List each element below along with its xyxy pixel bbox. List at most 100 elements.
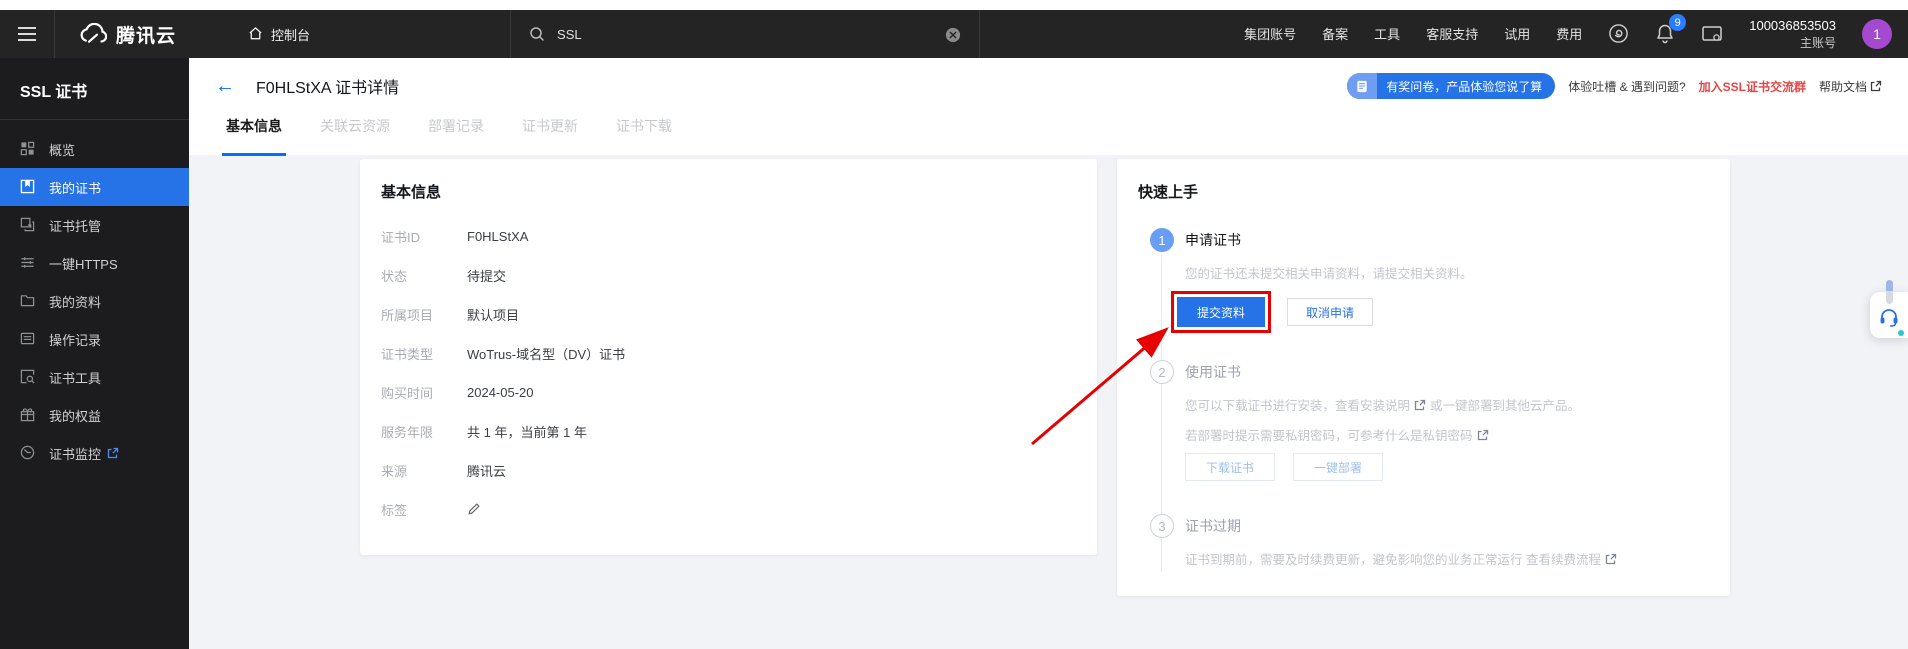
search-input[interactable]: SSL — [557, 27, 945, 42]
notifications-bell-icon[interactable]: 9 — [1655, 23, 1675, 44]
sidebar-item-cert-tools[interactable]: 证书工具 — [0, 358, 189, 396]
hamburger-menu-icon[interactable] — [0, 10, 54, 58]
online-status-dot — [1898, 330, 1904, 336]
global-search[interactable]: SSL — [510, 10, 980, 58]
browser-top-strip — [0, 0, 1908, 10]
sidebar-item-my-certificates[interactable]: 我的证书 — [0, 168, 189, 206]
one-click-deploy-button[interactable]: 一键部署 — [1293, 453, 1383, 481]
console-settings-icon[interactable] — [1701, 24, 1723, 44]
tencent-cloud-logo[interactable]: 腾讯云 — [79, 21, 176, 48]
tab-associated-resources[interactable]: 关联云资源 — [316, 116, 394, 156]
sidebar-item-operation-log[interactable]: 操作记录 — [0, 320, 189, 358]
quick-start-title: 快速上手 — [1117, 159, 1730, 202]
tab-bar: 基本信息 关联云资源 部署记录 证书更新 证书下载 — [189, 116, 1908, 156]
external-link-icon[interactable] — [1414, 399, 1426, 411]
back-arrow-icon[interactable]: ← — [215, 76, 235, 96]
tab-cert-download[interactable]: 证书下载 — [612, 116, 676, 156]
survey-doc-icon — [1347, 73, 1377, 99]
tab-deploy-records[interactable]: 部署记录 — [424, 116, 488, 156]
avatar[interactable]: 1 — [1862, 19, 1892, 49]
tab-basic-info[interactable]: 基本信息 — [222, 116, 286, 156]
certificate-icon — [20, 179, 36, 195]
folder-icon — [20, 293, 36, 309]
cancel-application-button[interactable]: 取消申请 — [1287, 298, 1373, 326]
sidebar-item-my-profile[interactable]: 我的资料 — [0, 282, 189, 320]
sliders-icon — [20, 255, 36, 271]
nav-icp[interactable]: 备案 — [1322, 24, 1348, 43]
monitor-gauge-icon — [20, 445, 36, 461]
nav-tools[interactable]: 工具 — [1374, 24, 1400, 43]
content-header: ← F0HLStXA 证书详情 有奖问卷，产品体验您说了算 体验吐槽 & 遇到问… — [189, 58, 1908, 155]
hosting-icon — [20, 217, 36, 233]
customer-service-icon[interactable] — [1878, 307, 1900, 327]
nav-support[interactable]: 客服支持 — [1426, 24, 1478, 43]
cloud-logo-icon — [79, 23, 107, 45]
external-link-icon[interactable] — [1605, 553, 1617, 565]
nav-billing[interactable]: 费用 — [1556, 24, 1582, 43]
info-row-tags: 标签 — [381, 490, 1097, 529]
external-link-icon — [107, 447, 119, 459]
info-row-status: 状态 待提交 — [381, 256, 1097, 295]
sidebar-item-one-click-https[interactable]: 一键HTTPS — [0, 244, 189, 282]
info-row-purchase-date: 购买时间 2024-05-20 — [381, 373, 1097, 412]
download-cert-button[interactable]: 下载证书 — [1185, 453, 1275, 481]
step-use-cert: 2 使用证书 您可以下载证书进行安装，查看安装说明 或一键部署到其他云产品。 若… — [1150, 360, 1730, 514]
console-link[interactable]: 控制台 — [248, 25, 310, 44]
history-icon — [20, 331, 36, 347]
brand-name: 腾讯云 — [116, 21, 176, 48]
account-info[interactable]: 100036853503 主账号 — [1749, 17, 1836, 51]
step-desc: 证书到期前，需要及时续费更新，避免影响您的业务正常运行 查看续费流程 — [1185, 549, 1730, 568]
info-row-cert-type: 证书类型 WoTrus-域名型（DV）证书 — [381, 334, 1097, 373]
survey-banner-text: 有奖问卷，产品体验您说了算 — [1377, 78, 1555, 95]
sidebar-item-cert-hosting[interactable]: 证书托管 — [0, 206, 189, 244]
external-link-icon[interactable] — [1477, 429, 1489, 441]
sidebar-item-overview[interactable]: 概览 — [0, 130, 189, 168]
step-apply-cert: 1 申请证书 您的证书还未提交相关申请资料，请提交相关资料。 提交资料 取消申请 — [1150, 228, 1730, 360]
sidebar-item-my-benefits[interactable]: 我的权益 — [0, 396, 189, 434]
step-number: 1 — [1150, 228, 1174, 252]
benefits-icon — [20, 407, 36, 423]
float-widget-handle[interactable] — [1886, 280, 1893, 304]
sidebar-title: SSL 证书 — [0, 58, 189, 119]
step-cert-expiry: 3 证书过期 证书到期前，需要及时续费更新，避免影响您的业务正常运行 查看续费流… — [1150, 514, 1730, 568]
home-icon — [248, 26, 264, 42]
step-number: 2 — [1150, 360, 1174, 384]
info-row-service-years: 服务年限 共 1 年，当前第 1 年 — [381, 412, 1097, 451]
grid-icon — [20, 141, 36, 157]
notification-badge: 9 — [1669, 14, 1686, 31]
account-id: 100036853503 — [1749, 17, 1836, 35]
nav-trial[interactable]: 试用 — [1504, 24, 1530, 43]
info-row-source: 来源 腾讯云 — [381, 451, 1097, 490]
top-navbar: 腾讯云 控制台 SSL 集团账号 备案 工具 客服支持 试用 费用 9 — [0, 10, 1908, 58]
submit-materials-button[interactable]: 提交资料 — [1177, 297, 1265, 327]
external-link-icon — [1870, 80, 1882, 92]
step-desc: 您可以下载证书进行安装，查看安装说明 或一键部署到其他云产品。 — [1185, 395, 1730, 414]
sidebar-item-cert-monitor[interactable]: 证书监控 — [0, 434, 189, 472]
survey-banner[interactable]: 有奖问卷，产品体验您说了算 — [1347, 73, 1555, 99]
help-doc-link[interactable]: 帮助文档 — [1819, 78, 1882, 95]
feedback-circle-icon[interactable] — [1608, 23, 1629, 44]
search-clear-icon[interactable] — [945, 26, 961, 42]
basic-info-title: 基本信息 — [360, 159, 1097, 202]
step-title: 申请证书 — [1185, 228, 1730, 252]
info-row-project: 所属项目 默认项目 — [381, 295, 1097, 334]
step-title: 使用证书 — [1185, 360, 1730, 384]
info-row-cert-id: 证书ID F0HLStXA — [381, 217, 1097, 256]
step-desc: 若部署时提示需要私钥密码，可参考什么是私钥密码 — [1185, 425, 1730, 444]
feedback-text: 体验吐槽 & 遇到问题? — [1568, 78, 1685, 95]
sidebar: SSL 证书 概览 我的证书 证书托管 — [0, 58, 189, 649]
content-area: ← F0HLStXA 证书详情 有奖问卷，产品体验您说了算 体验吐槽 & 遇到问… — [189, 58, 1908, 649]
page-title: F0HLStXA 证书详情 — [256, 74, 399, 98]
basic-info-card: 基本信息 证书ID F0HLStXA 状态 待提交 所属项目 默认项目 — [360, 159, 1097, 555]
feedback-float-widget[interactable] — [1870, 292, 1908, 338]
navbar-divider — [54, 10, 55, 58]
tab-cert-renewal[interactable]: 证书更新 — [518, 116, 582, 156]
join-group-link[interactable]: 加入SSL证书交流群 — [1699, 78, 1806, 95]
search-icon — [529, 26, 545, 42]
step-number: 3 — [1150, 514, 1174, 538]
nav-group-account[interactable]: 集团账号 — [1244, 24, 1296, 43]
cert-tools-icon — [20, 369, 36, 385]
step-desc: 您的证书还未提交相关申请资料，请提交相关资料。 — [1185, 263, 1730, 282]
account-type: 主账号 — [1749, 35, 1836, 51]
edit-pencil-icon[interactable] — [467, 502, 481, 516]
